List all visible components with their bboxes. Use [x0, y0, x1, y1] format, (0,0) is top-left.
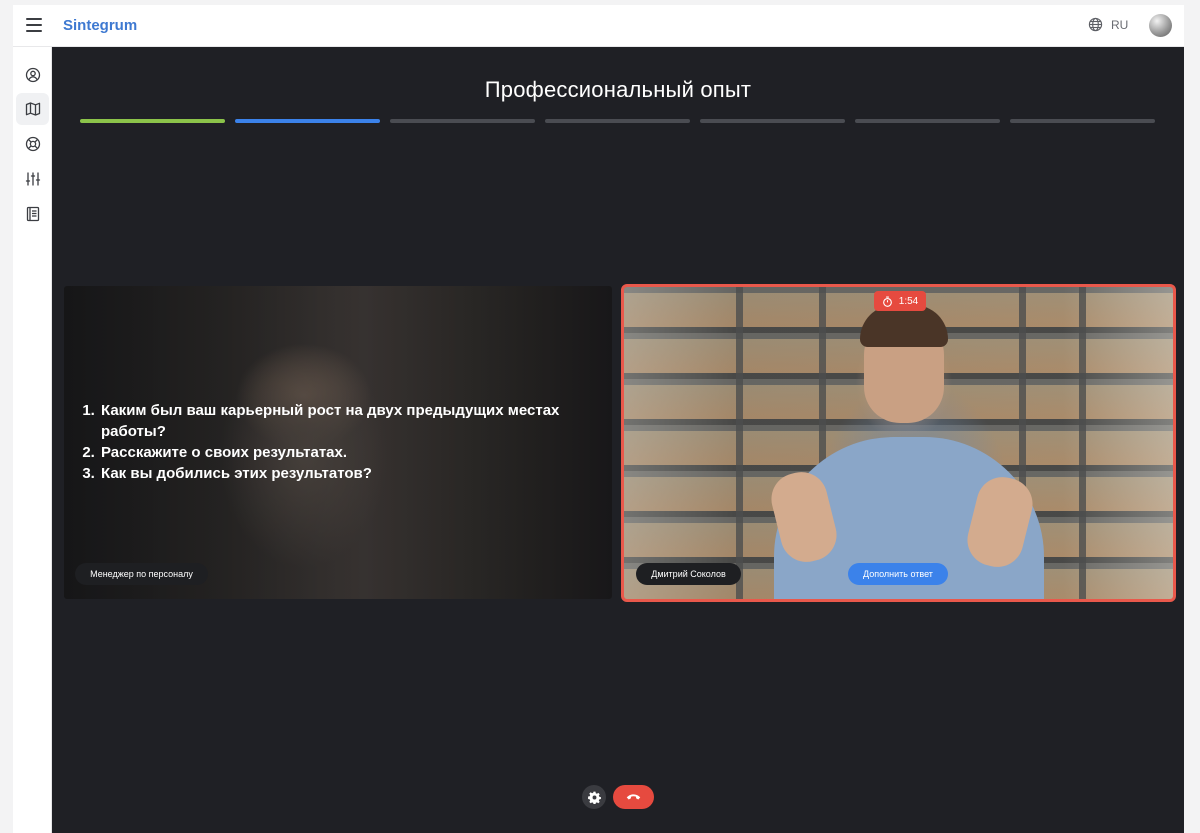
map-icon — [25, 102, 40, 116]
sidebar — [13, 47, 52, 833]
page-title: Профессиональный опыт — [484, 77, 752, 102]
progress-step-7 — [1010, 119, 1155, 123]
add-answer-button[interactable]: Дополнить ответ — [848, 563, 948, 585]
sidebar-item-support[interactable] — [16, 128, 49, 160]
candidate-video: 1:54 Дмитрий Соколов Дополнить ответ — [621, 284, 1176, 602]
step-progress — [80, 119, 1156, 123]
sidebar-item-profile[interactable] — [16, 59, 49, 91]
progress-step-4 — [545, 119, 690, 123]
settings-button[interactable] — [582, 785, 606, 809]
answer-timer: 1:54 — [874, 291, 926, 311]
question-item: Расскажите о своих результатах. — [99, 442, 561, 463]
lifebuoy-icon — [25, 136, 40, 152]
phone-hangup-icon — [626, 794, 641, 800]
gear-icon — [587, 791, 601, 804]
interview-area: Профессиональный опыт Каким был ваш карь… — [52, 47, 1184, 833]
language-switcher[interactable]: RU — [1088, 17, 1128, 32]
app-window: Sintegrum RU Профессиональный опыт 1. Ка… — [13, 5, 1184, 833]
language-label: RU — [1111, 17, 1129, 32]
book-icon — [26, 206, 39, 222]
avatar[interactable] — [1149, 14, 1172, 37]
question-item: Каким был ваш карьерный рост на двух пре… — [99, 400, 561, 442]
user-circle-icon — [25, 67, 40, 83]
stopwatch-icon — [882, 296, 892, 307]
sidebar-item-map[interactable] — [16, 93, 49, 125]
hang-up-button[interactable] — [613, 785, 654, 809]
sidebar-item-docs[interactable] — [16, 198, 49, 230]
timer-value: 1:54 — [898, 295, 919, 307]
hamburger-icon[interactable] — [26, 18, 42, 32]
globe-icon — [1088, 17, 1103, 32]
interviewer-video: Каким был ваш карьерный рост на двух пре… — [64, 286, 612, 599]
progress-step-2 — [235, 119, 380, 123]
progress-step-5 — [700, 119, 845, 123]
progress-step-1 — [80, 119, 225, 123]
brand-logo[interactable]: Sintegrum — [63, 17, 137, 34]
sidebar-item-settings[interactable] — [16, 163, 49, 195]
sliders-icon — [25, 172, 40, 186]
question-list: Каким был ваш карьерный рост на двух пре… — [81, 400, 561, 484]
top-bar: Sintegrum RU — [13, 5, 1184, 47]
progress-step-3 — [390, 119, 535, 123]
progress-step-6 — [855, 119, 1000, 123]
candidate-name-label: Дмитрий Соколов — [636, 563, 741, 585]
question-item: Как вы добились этих результатов? — [99, 463, 561, 484]
interviewer-name-label: Менеджер по персоналу — [75, 563, 208, 585]
